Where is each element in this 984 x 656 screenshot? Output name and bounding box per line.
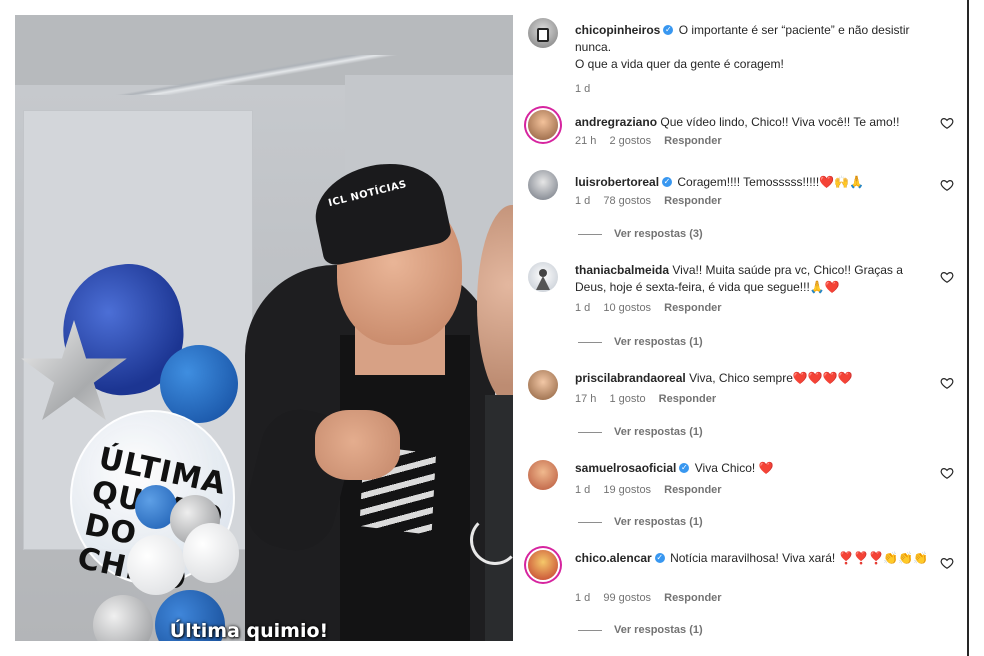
comment-meta: 17 h 1 gosto Responder: [575, 393, 726, 405]
comment-time[interactable]: 1 d: [575, 195, 590, 207]
comment-text: priscilabrandaoreal Viva, Chico sempre❤️…: [575, 370, 935, 387]
heart-outline-icon: [940, 118, 954, 129]
comment-likes[interactable]: 78 gostos: [603, 195, 651, 207]
comment-body: Notícia maravilhosa! Viva xará! ❣️❣️❣️👏👏…: [670, 551, 929, 565]
caption-line-2: O que a vida quer da gente é coragem!: [575, 57, 784, 71]
view-replies-button[interactable]: Ver respostas (1): [578, 426, 703, 438]
comment-text: luisrobertoreal ✓ Coragem!!!! Temosssss!!…: [575, 174, 935, 191]
reply-button[interactable]: Responder: [664, 484, 721, 496]
comment-text: andregraziano Que vídeo lindo, Chico!! V…: [575, 114, 935, 131]
comment-username[interactable]: thaniacbalmeida: [575, 263, 669, 277]
comment-username[interactable]: priscilabrandaoreal: [575, 371, 686, 385]
verified-badge-icon: ✓: [679, 462, 690, 473]
verified-badge-icon: ✓: [662, 176, 673, 187]
comment-time[interactable]: 17 h: [575, 393, 596, 405]
comment-time[interactable]: 21 h: [575, 135, 596, 147]
view-replies-label: Ver respostas (1): [614, 336, 703, 348]
comment-body: Viva Chico! ❤️: [694, 461, 774, 475]
heart-outline-icon: [940, 272, 954, 283]
profile-photo-icon: [536, 269, 550, 290]
verified-badge-icon: ✓: [654, 552, 665, 563]
stethoscope: [470, 515, 513, 565]
comment-username[interactable]: chico.alencar: [575, 551, 652, 565]
caption-meta: 1 d: [575, 83, 600, 95]
comment-text: thaniacbalmeida Viva!! Muita saúde pra v…: [575, 262, 935, 296]
comment-meta: 21 h 2 gostos Responder: [575, 135, 732, 147]
comment-meta: 1 d 10 gostos Responder: [575, 302, 732, 314]
reply-button[interactable]: Responder: [664, 302, 721, 314]
panel-border: [967, 0, 969, 656]
heart-outline-icon: [940, 558, 954, 569]
comment-likes[interactable]: 99 gostos: [603, 592, 651, 604]
caption-time[interactable]: 1 d: [575, 83, 590, 95]
view-replies-label: Ver respostas (3): [614, 228, 703, 240]
comment-time[interactable]: 1 d: [575, 302, 590, 314]
caption-text: chicopinheiros ✓ O importante é ser “paci…: [575, 22, 935, 73]
replies-divider: [578, 629, 602, 631]
view-replies-label: Ver respostas (1): [614, 426, 703, 438]
comment-meta: 1 d 78 gostos Responder: [575, 195, 732, 207]
avatar[interactable]: [528, 170, 558, 200]
comment-likes[interactable]: 10 gostos: [603, 302, 651, 314]
blue-balloon: [160, 345, 238, 423]
reply-button[interactable]: Responder: [664, 135, 721, 147]
white-balloon: [183, 523, 239, 583]
reply-button[interactable]: Responder: [659, 393, 716, 405]
comment-username[interactable]: samuelrosaoficial: [575, 461, 676, 475]
comment-meta: 1 d 99 gostos Responder: [575, 592, 732, 604]
comment-body: Viva, Chico sempre❤️❤️❤️❤️: [689, 371, 853, 385]
view-replies-label: Ver respostas (1): [614, 624, 703, 636]
profile-photo-icon: [537, 28, 549, 42]
like-comment-button[interactable]: [940, 178, 954, 192]
comment-likes[interactable]: 19 gostos: [603, 484, 651, 496]
video-subtitle: Última quimio!: [169, 620, 329, 641]
comment-username[interactable]: andregraziano: [575, 115, 657, 129]
reply-button[interactable]: Responder: [664, 592, 721, 604]
like-comment-button[interactable]: [940, 116, 954, 130]
comment-body: Que vídeo lindo, Chico!! Viva você!! Te …: [660, 115, 900, 129]
comment-text: chico.alencar ✓ Notícia maravilhosa! Viva…: [575, 550, 935, 567]
post-video[interactable]: ÚLTIMA QUIMIO DO CHICO ICL NOTÍCIAS Últi…: [15, 15, 513, 641]
view-replies-button[interactable]: Ver respostas (3): [578, 228, 703, 240]
heart-outline-icon: [940, 180, 954, 191]
avatar[interactable]: [528, 18, 558, 48]
heart-outline-icon: [940, 378, 954, 389]
comment-likes[interactable]: 1 gosto: [609, 393, 645, 405]
comment-body: Coragem!!!! Temosssss!!!!!❤️🙌🙏: [677, 175, 865, 189]
view-replies-button[interactable]: Ver respostas (1): [578, 624, 703, 636]
avatar[interactable]: [528, 550, 558, 580]
like-comment-button[interactable]: [940, 556, 954, 570]
replies-divider: [578, 431, 602, 433]
comment-text: samuelrosaoficial ✓ Viva Chico! ❤️: [575, 460, 935, 477]
replies-divider: [578, 521, 602, 523]
comment-likes[interactable]: 2 gostos: [609, 135, 651, 147]
comments-panel: chicopinheiros ✓ O importante é ser “paci…: [520, 10, 968, 656]
like-comment-button[interactable]: [940, 466, 954, 480]
view-replies-button[interactable]: Ver respostas (1): [578, 516, 703, 528]
avatar[interactable]: [528, 262, 558, 292]
reply-button[interactable]: Responder: [664, 195, 721, 207]
view-replies-label: Ver respostas (1): [614, 516, 703, 528]
view-replies-button[interactable]: Ver respostas (1): [578, 336, 703, 348]
replies-divider: [578, 233, 602, 235]
like-comment-button[interactable]: [940, 376, 954, 390]
avatar[interactable]: [528, 110, 558, 140]
avatar[interactable]: [528, 460, 558, 490]
heart-outline-icon: [940, 468, 954, 479]
comment-time[interactable]: 1 d: [575, 484, 590, 496]
post-username[interactable]: chicopinheiros: [575, 23, 660, 37]
person-hand: [315, 410, 400, 480]
avatar[interactable]: [528, 370, 558, 400]
comment-username[interactable]: luisrobertoreal: [575, 175, 659, 189]
like-comment-button[interactable]: [940, 270, 954, 284]
replies-divider: [578, 341, 602, 343]
white-balloon: [127, 535, 185, 595]
comment-time[interactable]: 1 d: [575, 592, 590, 604]
verified-badge-icon: ✓: [663, 24, 674, 35]
comment-meta: 1 d 19 gostos Responder: [575, 484, 732, 496]
